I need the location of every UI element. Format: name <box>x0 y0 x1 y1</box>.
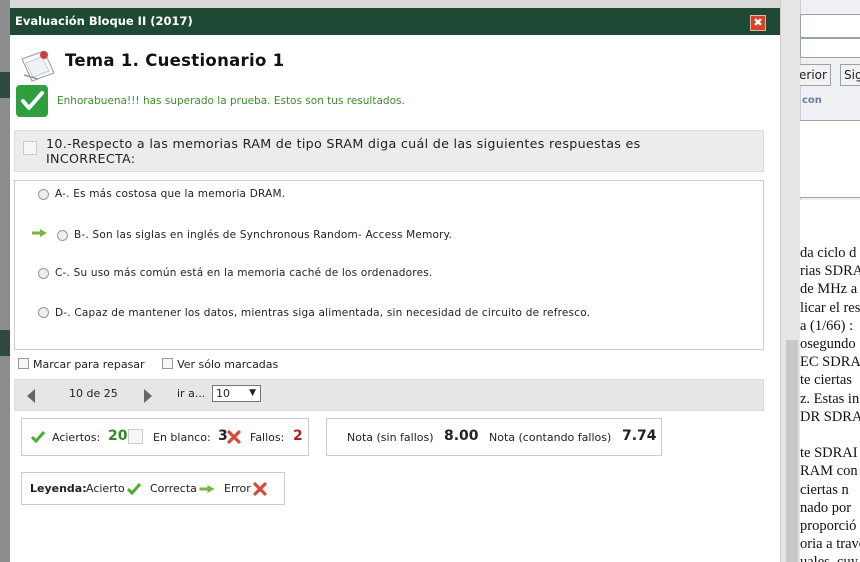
blank-label: En blanco: <box>153 431 211 444</box>
background-text-line: proporció <box>800 518 857 535</box>
chevron-down-icon: ▼ <box>249 388 256 398</box>
quiz-title: Tema 1. Cuestionario 1 <box>65 51 285 70</box>
question-position: 10 de 25 <box>69 387 118 400</box>
grade-no-penalty-label: Nota (sin fallos) <box>347 431 434 444</box>
question-navigation: 10 de 25 ir a... 10 ▼ <box>14 379 764 411</box>
background-text-line: osegundo <box>800 336 856 353</box>
success-message: Enhorabuena!!! has superado la prueba. E… <box>57 95 405 107</box>
success-check-icon <box>16 85 48 117</box>
answer-radio-b[interactable] <box>57 230 68 241</box>
quiz-icon <box>21 50 55 82</box>
background-prev-button[interactable]: erior <box>800 64 831 86</box>
background-text-line: rias SDRA <box>800 263 860 280</box>
dialog-title: Evaluación Bloque II (2017) <box>15 14 193 28</box>
goto-select[interactable]: 10 ▼ <box>212 385 261 402</box>
background-panel <box>800 120 860 198</box>
background-text-line <box>800 426 860 444</box>
answer-radio-a[interactable] <box>38 189 49 200</box>
correct-label: Aciertos: <box>52 431 101 444</box>
answer-option-d[interactable]: D-. Capaz de mantener los datos, mientra… <box>55 307 590 319</box>
legend-arrow-icon <box>199 485 215 493</box>
background-scrollbar-thumb[interactable] <box>786 340 798 562</box>
correct-check-icon <box>31 431 45 443</box>
background-text-line: de MHz a <box>800 281 858 298</box>
background-next-button[interactable]: Sig <box>840 64 860 86</box>
legend-check-icon <box>127 483 141 495</box>
legend-correct-label: Acierto <box>86 482 125 495</box>
review-checkbox[interactable] <box>18 358 29 369</box>
background-text-line: z. Estas in <box>800 390 860 407</box>
background-text-line: EC SDRA <box>800 354 860 371</box>
background-tab <box>0 72 10 98</box>
close-button[interactable]: ✖ <box>750 15 766 31</box>
answer-option-a[interactable]: A-. Es más costosa que la memoria DRAM. <box>55 188 285 200</box>
dialog-content: Tema 1. Cuestionario 1 Enhorabuena!!! ha… <box>10 35 780 562</box>
legend-x-icon <box>253 482 267 496</box>
legend-box: Leyenda: Acierto Correcta Error <box>21 472 285 505</box>
background-text-line: nado por <box>800 499 852 516</box>
background-text-line: oria a travé <box>800 536 860 553</box>
background-text-line: ciertas n <box>800 481 849 498</box>
background-text-line: a (1/66) : <box>800 317 854 334</box>
goto-select-value: 10 <box>216 387 230 400</box>
grade-no-penalty-value: 8.00 <box>444 428 479 444</box>
background-text-line: RAM con <box>800 463 858 480</box>
review-label[interactable]: Marcar para repasar <box>33 358 145 371</box>
evaluation-dialog: Evaluación Bloque II (2017) ✖ Tema 1. Cu… <box>10 8 780 562</box>
question-mark-checkbox[interactable] <box>23 141 37 155</box>
results-box: Aciertos: 20 En blanco: 3 Fallos: 2 <box>21 418 309 456</box>
only-marked-label[interactable]: Ver sólo marcadas <box>177 358 278 371</box>
background-text-line: uales, cuy <box>800 553 860 562</box>
error-x-icon <box>227 430 241 444</box>
legend-title: Leyenda: <box>30 482 87 495</box>
grades-box: Nota (sin fallos) 8.00 Nota (contando fa… <box>326 418 662 456</box>
background-document-pane: erior Sig con da ciclo d rias SDRA de MHz … <box>800 0 860 562</box>
background-document-text: da ciclo d rias SDRA de MHz a licar el res a… <box>800 244 860 562</box>
question-text: 10.-Respecto a las memorias RAM de tipo … <box>46 136 641 166</box>
wrong-value: 2 <box>293 428 303 444</box>
question-text-line: INCORRECTA: <box>46 151 136 166</box>
blank-box-icon <box>128 429 143 444</box>
previous-question-icon[interactable] <box>27 389 35 403</box>
background-text-line: DR SDRA <box>800 408 860 425</box>
background-field[interactable] <box>800 38 860 58</box>
answer-option-c[interactable]: C-. Su uso más común está en la memoria … <box>55 267 432 279</box>
legend-right-answer-label: Correcta <box>150 482 197 495</box>
question-text-line: 10.-Respecto a las memorias RAM de tipo … <box>46 136 641 151</box>
grade-penalty-label: Nota (contando fallos) <box>489 431 612 444</box>
mark-options: Marcar para repasar Ver sólo marcadas <box>18 358 278 371</box>
wrong-label: Fallos: <box>250 431 285 444</box>
correct-value: 20 <box>108 428 128 444</box>
correct-answer-arrow-icon <box>32 229 47 237</box>
background-top-strip <box>10 0 780 8</box>
background-text-line: te SDRAI <box>800 445 858 462</box>
background-con-label: con <box>802 95 822 106</box>
answer-option-b[interactable]: B-. Son las siglas en inglés de Synchron… <box>74 229 452 241</box>
goto-label: ir a... <box>177 387 206 400</box>
grade-penalty-value: 7.74 <box>622 428 657 444</box>
answer-radio-d[interactable] <box>38 307 49 318</box>
background-tab <box>0 330 10 356</box>
background-field[interactable] <box>800 14 860 38</box>
background-text-line: licar el res <box>800 299 860 316</box>
question-header: 10.-Respecto a las memorias RAM de tipo … <box>14 130 764 172</box>
legend-error-label: Error <box>224 482 251 495</box>
only-marked-checkbox[interactable] <box>162 358 174 369</box>
background-text-line: da ciclo d <box>800 245 857 261</box>
dialog-titlebar: Evaluación Bloque II (2017) ✖ <box>10 8 780 35</box>
answers-panel: A-. Es más costosa que la memoria DRAM. … <box>14 180 764 350</box>
answer-radio-c[interactable] <box>38 268 49 279</box>
next-question-icon[interactable] <box>144 389 152 403</box>
background-text-line: te ciertas <box>800 372 852 389</box>
